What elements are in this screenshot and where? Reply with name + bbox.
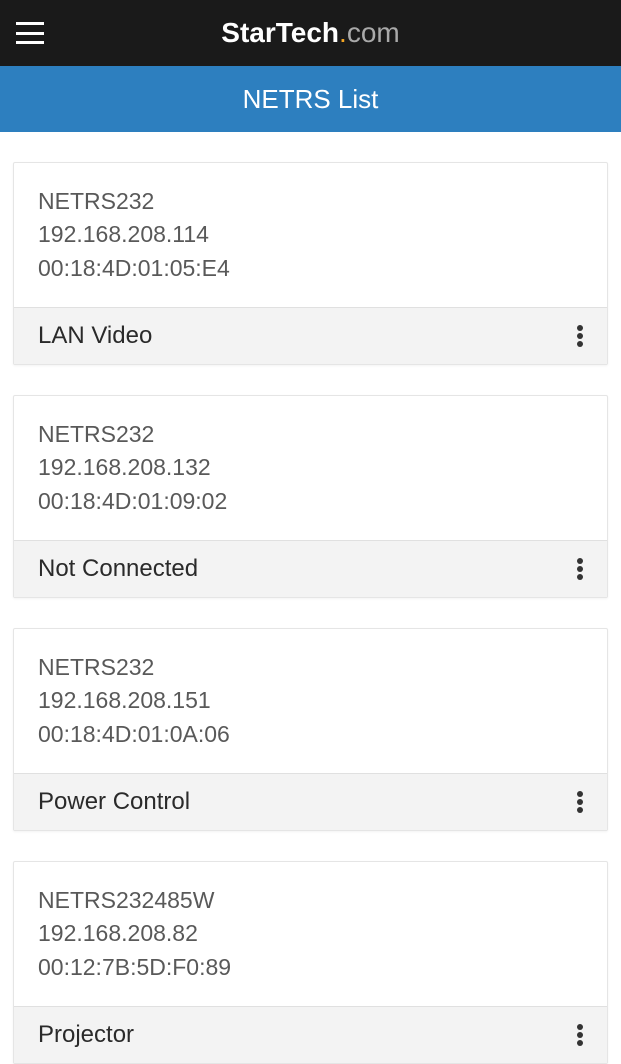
device-card-footer: Projector xyxy=(14,1006,607,1063)
device-card-body: NETRS232 192.168.208.151 00:18:4D:01:0A:… xyxy=(14,629,607,773)
device-card[interactable]: NETRS232 192.168.208.114 00:18:4D:01:05:… xyxy=(13,162,608,365)
device-card-body: NETRS232 192.168.208.132 00:18:4D:01:09:… xyxy=(14,396,607,540)
device-model: NETRS232485W xyxy=(38,884,583,917)
device-card-body: NETRS232 192.168.208.114 00:18:4D:01:05:… xyxy=(14,163,607,307)
brand-dot: . xyxy=(339,17,347,48)
device-card[interactable]: NETRS232 192.168.208.151 00:18:4D:01:0A:… xyxy=(13,628,608,831)
device-mac: 00:12:7B:5D:F0:89 xyxy=(38,951,583,984)
device-ip: 192.168.208.114 xyxy=(38,218,583,251)
brand-logo: StarTech.com xyxy=(221,17,399,49)
more-vertical-icon[interactable] xyxy=(577,558,583,580)
device-label: LAN Video xyxy=(38,322,152,350)
brand-part1: Star xyxy=(221,17,275,48)
device-card[interactable]: NETRS232 192.168.208.132 00:18:4D:01:09:… xyxy=(13,395,608,598)
more-vertical-icon[interactable] xyxy=(577,791,583,813)
device-model: NETRS232 xyxy=(38,185,583,218)
device-card-footer: Power Control xyxy=(14,773,607,830)
device-ip: 192.168.208.82 xyxy=(38,917,583,950)
device-ip: 192.168.208.132 xyxy=(38,451,583,484)
more-vertical-icon[interactable] xyxy=(577,325,583,347)
device-model: NETRS232 xyxy=(38,651,583,684)
device-card-footer: Not Connected xyxy=(14,540,607,597)
brand-part3: com xyxy=(347,17,400,48)
more-vertical-icon[interactable] xyxy=(577,1024,583,1046)
device-model: NETRS232 xyxy=(38,418,583,451)
device-ip: 192.168.208.151 xyxy=(38,684,583,717)
device-label: Not Connected xyxy=(38,555,198,583)
device-card[interactable]: NETRS232485W 192.168.208.82 00:12:7B:5D:… xyxy=(13,861,608,1064)
device-mac: 00:18:4D:01:0A:06 xyxy=(38,718,583,751)
device-card-footer: LAN Video xyxy=(14,307,607,364)
device-label: Power Control xyxy=(38,788,190,816)
page-title: NETRS List xyxy=(243,84,379,115)
device-card-body: NETRS232485W 192.168.208.82 00:12:7B:5D:… xyxy=(14,862,607,1006)
hamburger-menu-icon[interactable] xyxy=(16,22,44,44)
topbar: StarTech.com xyxy=(0,0,621,66)
device-mac: 00:18:4D:01:09:02 xyxy=(38,485,583,518)
device-list: NETRS232 192.168.208.114 00:18:4D:01:05:… xyxy=(0,162,621,1064)
device-label: Projector xyxy=(38,1021,134,1049)
brand-part2: Tech xyxy=(276,17,339,48)
device-mac: 00:18:4D:01:05:E4 xyxy=(38,252,583,285)
page-title-bar: NETRS List xyxy=(0,66,621,132)
